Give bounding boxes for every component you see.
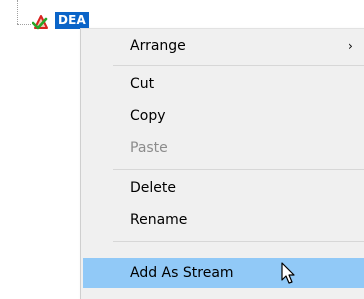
chevron-right-icon: › — [348, 39, 353, 53]
tree-connector-horizontal — [17, 24, 31, 25]
context-menu: Arrange › Cut Copy Paste Delete Rename A… — [80, 28, 364, 299]
tree-connector-vertical — [17, 0, 18, 24]
menu-item-copy[interactable]: Copy — [83, 101, 364, 131]
menu-item-paste: Paste — [83, 133, 364, 163]
menu-item-label: Arrange — [130, 38, 186, 54]
menu-item-label: Paste — [130, 140, 168, 156]
menu-item-add-as-stream[interactable]: Add As Stream — [83, 258, 364, 288]
menu-separator — [113, 241, 364, 242]
menu-item-arrange[interactable]: Arrange › — [83, 31, 364, 61]
menu-separator — [113, 65, 364, 66]
menu-item-cut[interactable]: Cut — [83, 69, 364, 99]
menu-item-label: Add As Stream — [130, 265, 234, 281]
menu-item-label: Delete — [130, 180, 176, 196]
menu-item-label: Cut — [130, 76, 155, 92]
menu-item-label: Copy — [130, 108, 166, 124]
menu-item-delete[interactable]: Delete — [83, 173, 364, 203]
menu-separator — [113, 169, 364, 170]
mouse-pointer-icon — [281, 262, 295, 284]
checkmark-triangle-icon — [32, 15, 48, 30]
tree-node-label[interactable]: DEA — [55, 12, 90, 29]
menu-item-label: Rename — [130, 212, 188, 228]
screen: DEA Arrange › Cut Copy Paste Delete Rena… — [0, 0, 364, 299]
menu-item-rename[interactable]: Rename — [83, 205, 364, 235]
